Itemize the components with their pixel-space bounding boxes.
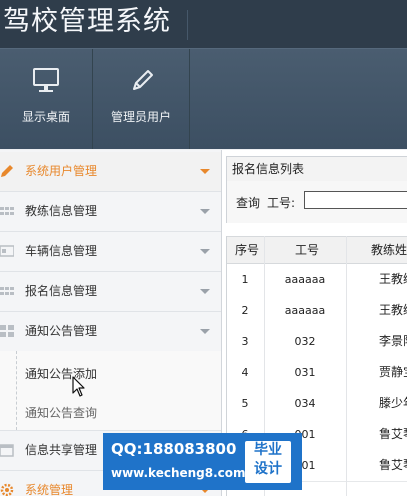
menu-label: 通知公告管理 [25, 324, 98, 338]
column-header: 序号 [235, 243, 260, 257]
column-divider [346, 236, 347, 496]
menu-label: 教练信息管理 [25, 204, 98, 218]
chevron-down-icon [200, 329, 210, 334]
menu-vehicle-info[interactable]: 车辆信息管理 [0, 232, 221, 272]
cell-name: 鲁艾琴 [379, 427, 407, 441]
grid-icon [0, 207, 14, 215]
title-divider [187, 10, 188, 40]
field-label: 工号: [267, 196, 296, 210]
admin-user-button[interactable]: 管理员用户 [93, 49, 189, 149]
chevron-down-icon [200, 169, 210, 174]
show-desktop-button[interactable]: 显示桌面 [0, 49, 92, 149]
job-number-input[interactable] [304, 191, 407, 209]
cell-no: 3 [241, 335, 249, 348]
menu-label: 车辆信息管理 [25, 244, 98, 258]
menu-system-users[interactable]: 系统用户管理 [0, 152, 221, 192]
search-label: 查询 [236, 196, 261, 210]
cell-name: 李景阳 [379, 334, 407, 348]
chevron-down-icon [200, 209, 210, 214]
watermark-qq: QQ:188083800 [111, 440, 237, 458]
gear-icon [0, 483, 14, 496]
cell-code: 034 [294, 397, 316, 410]
cell-name: 鲁艾琴 [379, 458, 407, 472]
cell-no: 2 [241, 304, 249, 317]
cell-no: 4 [241, 366, 249, 379]
menu-label: 系统管理 [25, 483, 74, 496]
monitor-icon [33, 68, 59, 92]
badge-line: 设计 [254, 461, 282, 477]
menu-enrollment-info[interactable]: 报名信息管理 [0, 272, 221, 312]
table-row[interactable]: 2 aaaaaa 王教练 [227, 295, 407, 327]
calendar-icon [0, 444, 14, 457]
panel-title: 报名信息列表 [232, 162, 305, 176]
cell-no: 1 [241, 273, 249, 286]
column-header: 教练姓 [371, 243, 407, 257]
menu-coach-info[interactable]: 教练信息管理 [0, 192, 221, 232]
toolbar-divider [189, 49, 190, 149]
admin-user-label: 管理员用户 [110, 110, 171, 124]
cell-code: aaaaaa [284, 304, 326, 317]
submenu-notice-add[interactable]: 通知公告添加 [25, 365, 97, 382]
table-row[interactable]: 4 031 贾静宝 [227, 357, 407, 389]
show-desktop-label: 显示桌面 [21, 110, 70, 124]
menu-label: 信息共享管理 [25, 443, 98, 457]
cell-name: 滕少年 [379, 396, 407, 410]
cell-no: 5 [241, 397, 249, 410]
menu-notice[interactable]: 通知公告管理 [0, 312, 221, 352]
watermark-badge: 毕业 设计 [245, 441, 291, 483]
cell-name: 贾静宝 [379, 365, 407, 379]
menu-label: 系统用户管理 [25, 164, 98, 178]
cell-name: 王教练 [379, 303, 407, 317]
title-bar: 驾校管理系统 [0, 0, 407, 48]
table-row[interactable]: 3 032 李景阳 [227, 326, 407, 358]
table-row[interactable]: 1 aaaaaa 王教练 [227, 264, 407, 296]
app-title: 驾校管理系统 [3, 6, 171, 37]
pencil-icon [1, 165, 13, 177]
cell-code: aaaaaa [284, 273, 326, 286]
mouse-cursor-icon [72, 376, 85, 397]
tree-line [16, 351, 17, 430]
submenu-notice-query[interactable]: 通知公告查询 [25, 404, 97, 421]
table-row[interactable]: 5 034 滕少年 [227, 388, 407, 420]
cell-code: 031 [294, 366, 316, 379]
notice-submenu: 通知公告添加 通知公告查询 [0, 351, 221, 431]
toolbar: 显示桌面 管理员用户 [0, 48, 407, 149]
menu-label: 报名信息管理 [25, 284, 98, 298]
chevron-down-icon [200, 249, 210, 254]
pencil-icon [133, 70, 153, 90]
watermark-banner: QQ:188083800 www.kecheng8.com 毕业 设计 [103, 433, 302, 490]
grid-icon [0, 287, 14, 295]
watermark-url: www.kecheng8.com [111, 466, 246, 480]
table-header: 序号 工号 教练姓 [227, 236, 407, 264]
column-header: 工号 [295, 243, 320, 257]
cell-code: 032 [294, 335, 316, 348]
cell-name: 王教练 [379, 272, 407, 286]
chevron-down-icon [200, 289, 210, 294]
badge-line: 毕业 [254, 442, 282, 458]
card-icon [0, 245, 14, 257]
search-bar: 查询 工号: [226, 181, 407, 223]
panel-header: 报名信息列表 [226, 156, 407, 182]
tiles-icon [0, 325, 14, 337]
